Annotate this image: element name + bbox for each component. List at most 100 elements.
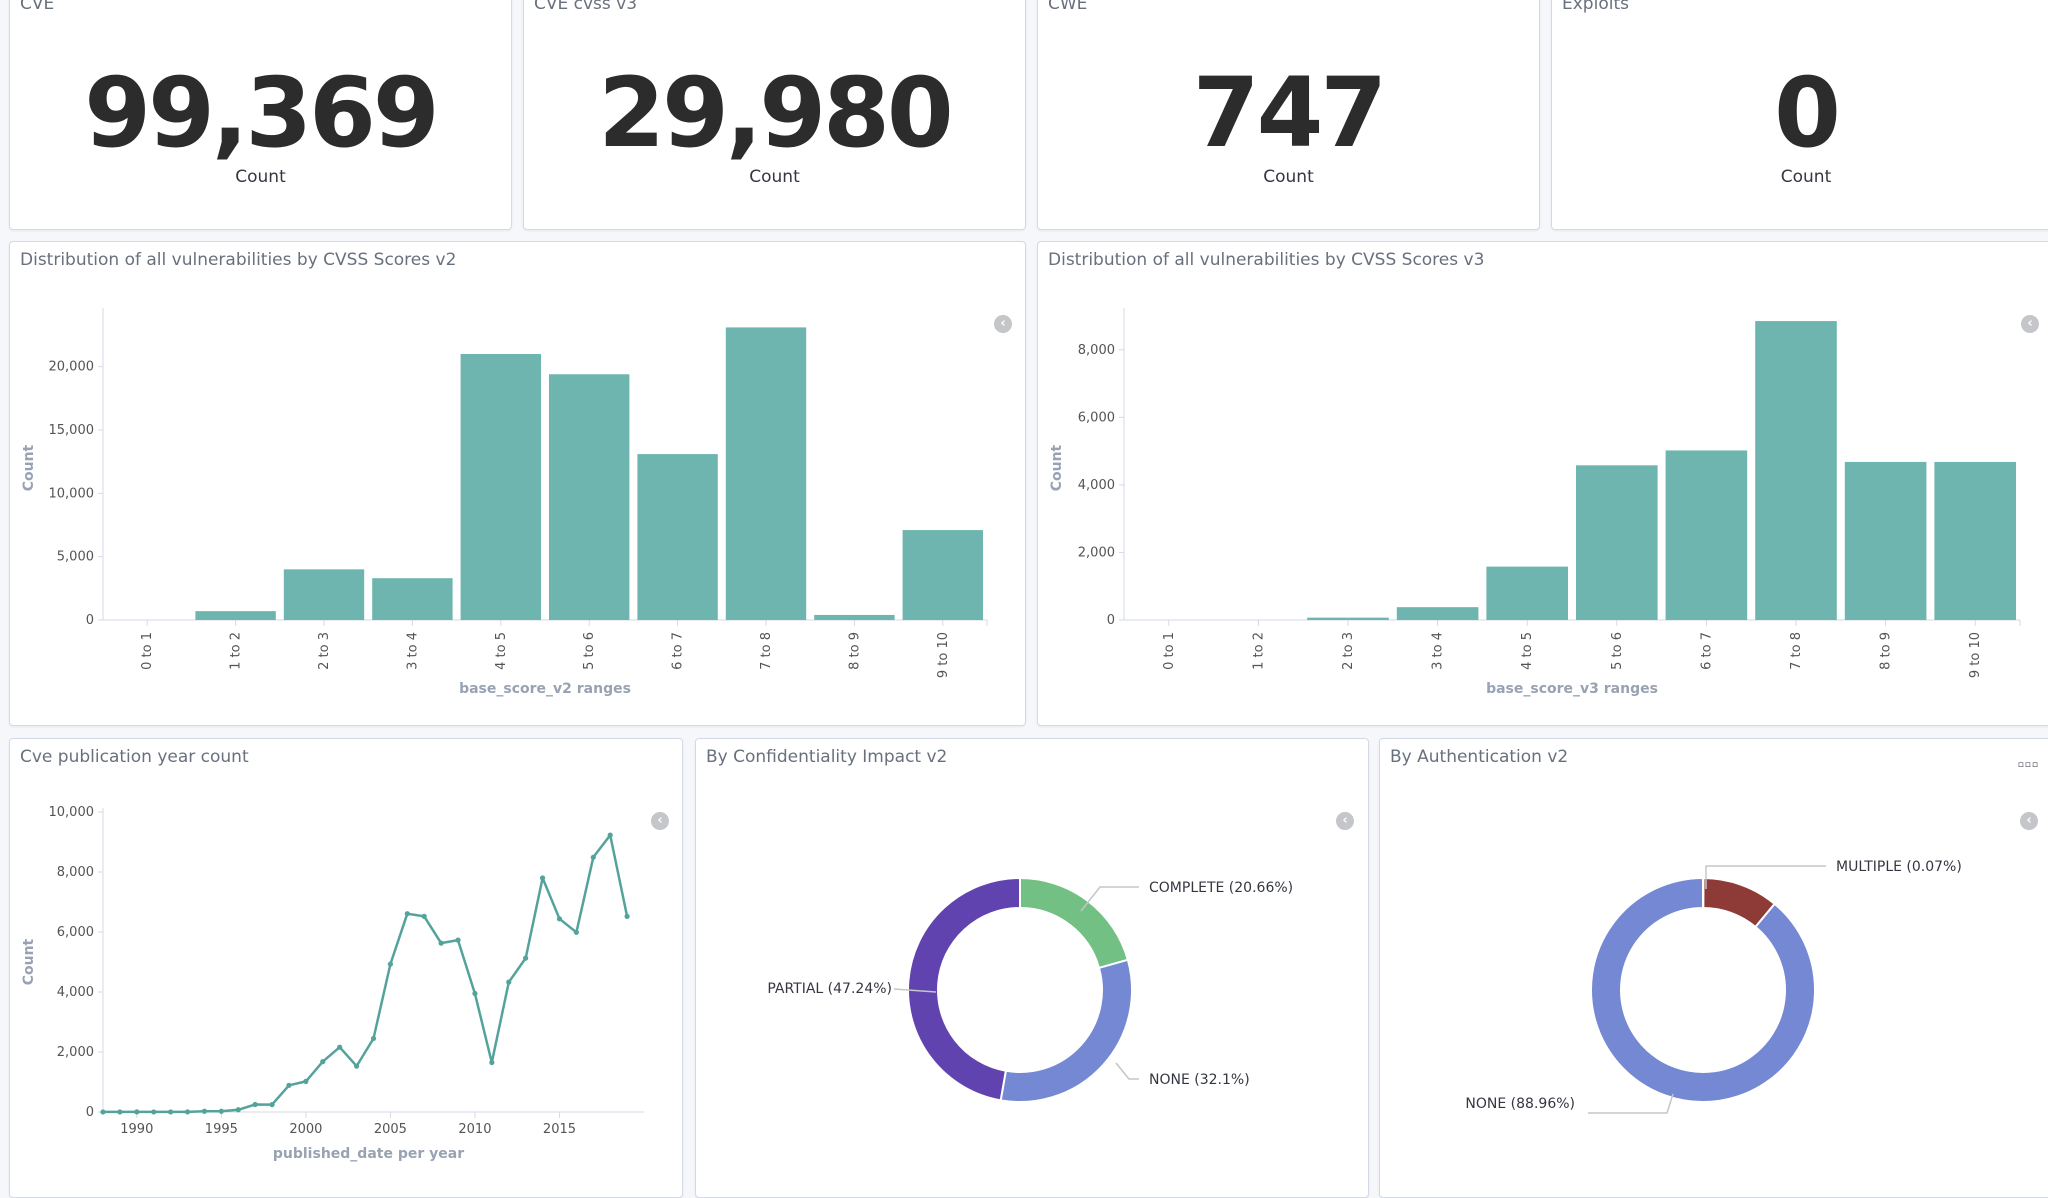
panel-title: Exploits xyxy=(1562,0,1629,14)
data-point xyxy=(100,1109,106,1115)
metric-value: 747 xyxy=(1192,57,1387,169)
slice-label: NONE (32.1%) xyxy=(1149,1072,1250,1088)
y-tick-label: 6,000 xyxy=(1078,410,1115,425)
metric-panel-cwe: CWE 747 Count xyxy=(1037,0,1540,230)
panel-title: CVE cvss v3 xyxy=(534,0,638,14)
x-tick-label: 6 to 7 xyxy=(671,632,686,670)
x-tick-label: 2010 xyxy=(458,1122,491,1137)
slice-label: MULTIPLE (0.07%) xyxy=(1836,859,1962,875)
slice-label: PARTIAL (47.24%) xyxy=(767,981,892,997)
metric-label: Count xyxy=(1263,167,1314,187)
y-axis-title: Count xyxy=(1049,444,1065,491)
data-point xyxy=(404,911,410,917)
data-point xyxy=(370,1035,377,1042)
y-tick-label: 5,000 xyxy=(57,550,94,565)
x-tick-label: 4 to 5 xyxy=(494,632,509,670)
chart-panel-cvss-v2: Distribution of all vulnerabilities by C… xyxy=(9,241,1026,726)
slice-label: COMPLETE (20.66%) xyxy=(1149,880,1293,896)
metric-value: 99,369 xyxy=(84,57,439,169)
metric-label: Count xyxy=(1780,167,1832,187)
x-tick-label: 9 to 10 xyxy=(1968,632,1983,678)
y-tick-label: 2,000 xyxy=(57,1045,94,1060)
bar xyxy=(372,578,453,620)
x-tick-label: 0 to 1 xyxy=(140,632,155,670)
chart-panel-cvss-v3: Distribution of all vulnerabilities by C… xyxy=(1037,241,2048,726)
chart-panel-publication-year: Cve publication year count ‹ 0 2,000 4,000… xyxy=(9,738,683,1198)
bar xyxy=(549,374,630,620)
data-point xyxy=(523,955,529,961)
bar xyxy=(814,614,895,620)
x-tick-label: 4 to 5 xyxy=(1520,632,1535,670)
metric-panel-cve: CVE 99,369 Count xyxy=(9,0,512,230)
x-tick-label: 1990 xyxy=(120,1122,153,1137)
y-tick-label: 0 xyxy=(86,1105,94,1120)
y-tick-label: 10,000 xyxy=(49,805,95,820)
panel-title: CVE xyxy=(20,0,55,14)
data-point xyxy=(320,1059,326,1065)
label-leader-line xyxy=(1588,1093,1674,1114)
x-axis-title: published_date per year xyxy=(273,1146,464,1162)
y-axis-title: Count xyxy=(21,938,37,985)
y-tick-label: 2,000 xyxy=(1078,545,1115,560)
y-tick-label: 15,000 xyxy=(49,423,95,438)
bar xyxy=(902,530,983,620)
data-point xyxy=(455,937,461,943)
x-tick-label: 2005 xyxy=(374,1122,407,1137)
metric-label: Count xyxy=(235,167,286,187)
data-point xyxy=(438,940,444,946)
pie-slice xyxy=(1590,876,1816,1103)
data-point xyxy=(117,1109,123,1115)
x-axis-title: base_score_v2 ranges xyxy=(459,681,631,697)
data-point xyxy=(168,1109,174,1115)
x-tick-label: 2015 xyxy=(543,1122,576,1137)
bar xyxy=(1307,617,1389,620)
x-tick-label: 8 to 9 xyxy=(1879,632,1894,670)
bar xyxy=(725,327,807,620)
y-tick-label: 10,000 xyxy=(49,486,95,501)
donut-chart-authentication: MULTIPLE (0.07%) NONE (88.96%) xyxy=(1465,859,1962,1114)
metric-value: 0 xyxy=(1774,57,1841,169)
data-point xyxy=(489,1059,495,1066)
data-point xyxy=(539,875,546,881)
data-point xyxy=(235,1107,241,1113)
data-point xyxy=(286,1082,292,1088)
data-point xyxy=(269,1102,275,1108)
data-point xyxy=(607,832,613,838)
bar xyxy=(1486,566,1568,620)
x-tick-label: 1995 xyxy=(205,1122,238,1137)
data-point xyxy=(303,1078,309,1084)
x-tick-label: 7 to 8 xyxy=(1789,632,1804,670)
data-point xyxy=(134,1109,140,1115)
data-point xyxy=(353,1063,360,1069)
x-tick-label: 3 to 4 xyxy=(1431,632,1446,670)
metric-value: 29,980 xyxy=(598,57,953,169)
x-tick-label: 9 to 10 xyxy=(936,632,951,678)
bar-chart-cvss-v3: 0 2,000 4,000 6,000 8,000 0 to 1 1 to 2 2 to 3 3… xyxy=(1049,308,2021,697)
data-point xyxy=(252,1101,258,1108)
data-point xyxy=(184,1109,191,1115)
data-point xyxy=(624,913,630,919)
bar xyxy=(195,611,276,620)
y-tick-label: 0 xyxy=(86,613,94,628)
pie-slice xyxy=(1019,876,1130,970)
data-point xyxy=(506,979,512,985)
data-point xyxy=(337,1044,343,1050)
y-axis-title: Count xyxy=(21,444,37,491)
bar xyxy=(1576,465,1658,620)
data-point xyxy=(472,990,478,997)
y-tick-label: 0 xyxy=(1107,613,1115,628)
bar xyxy=(637,454,718,620)
x-tick-label: 5 to 6 xyxy=(1610,632,1625,670)
x-tick-label: 0 to 1 xyxy=(1162,632,1177,670)
bar xyxy=(1396,607,1479,620)
chart-panel-authentication: By Authentication v2 ▫▫▫ ‹ MULTIPLE (0.0… xyxy=(1379,738,2048,1198)
y-tick-label: 6,000 xyxy=(57,925,94,940)
donut-chart-confidentiality: COMPLETE (20.66%) NONE (32.1%) PARTIAL (47… xyxy=(767,876,1293,1103)
data-point xyxy=(218,1108,224,1114)
metric-label: Count xyxy=(749,167,800,187)
chart-panel-confidentiality: By Confidentiality Impact v2 ‹ COMPLETE … xyxy=(695,738,1369,1198)
bar xyxy=(1665,450,1748,620)
y-tick-label: 8,000 xyxy=(57,865,94,880)
y-tick-label: 4,000 xyxy=(1078,478,1115,493)
x-tick-label: 2 to 3 xyxy=(317,632,332,670)
